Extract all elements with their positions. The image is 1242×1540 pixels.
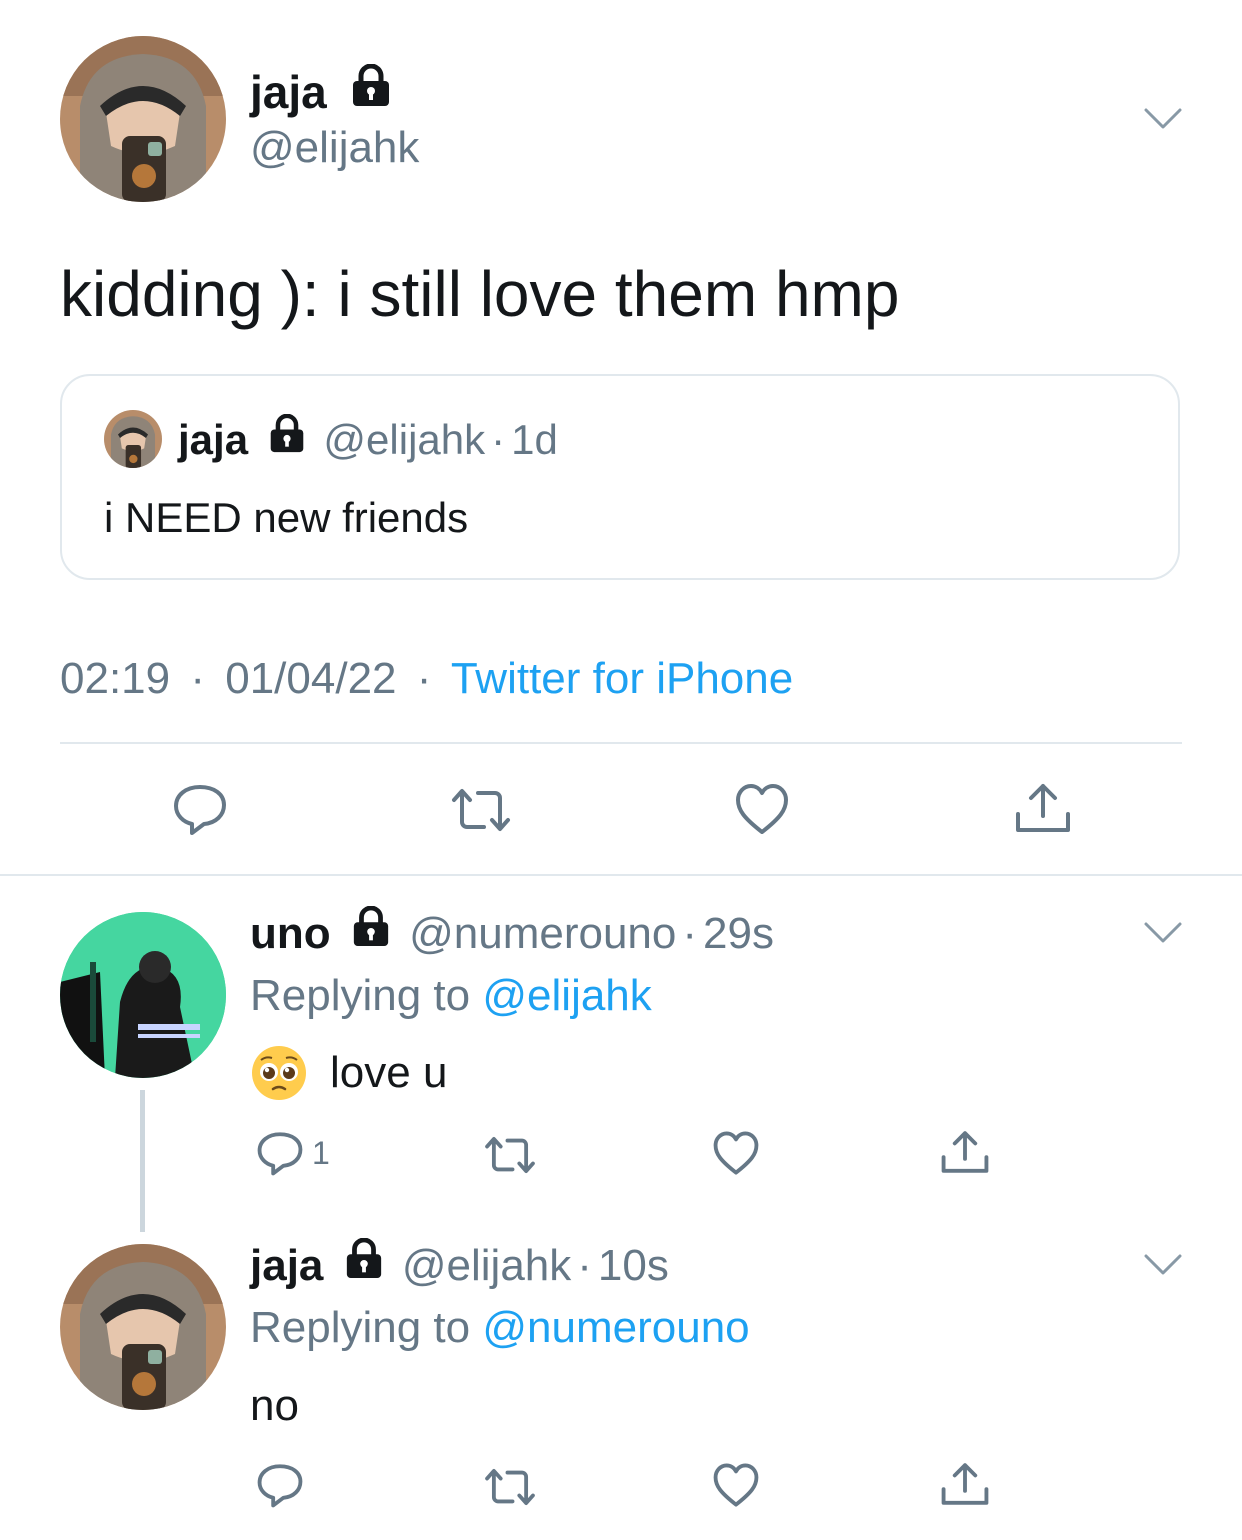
- reply-time: 29s: [703, 909, 774, 958]
- replying-prefix: Replying to: [250, 971, 471, 1020]
- quoted-display-name: jaja: [178, 416, 249, 463]
- heart-icon[interactable]: [734, 782, 790, 836]
- lock-icon: [351, 905, 391, 960]
- heart-icon[interactable]: [712, 1130, 760, 1176]
- avatar-image: [60, 912, 226, 1078]
- tweet-text: kidding ): i still love them hmp: [60, 258, 900, 330]
- share-icon[interactable]: [940, 1460, 990, 1508]
- reply-header: uno @numerouno · 29s: [250, 905, 774, 960]
- reply-icon[interactable]: [256, 1462, 304, 1508]
- chevron-down-icon[interactable]: [1143, 920, 1183, 951]
- reply-count: 1: [312, 1134, 330, 1171]
- retweet-icon[interactable]: [482, 1466, 538, 1508]
- avatar[interactable]: [60, 912, 226, 1078]
- handle[interactable]: @elijahk: [402, 1241, 571, 1290]
- handle[interactable]: @elijahk: [250, 122, 419, 174]
- chevron-down-icon[interactable]: [1143, 1252, 1183, 1283]
- lock-icon: [350, 63, 392, 120]
- separator-dot: ·: [416, 654, 432, 703]
- tweet-meta: 02:19 · 01/04/22 · Twitter for iPhone: [60, 652, 793, 706]
- avatar-image: [60, 36, 226, 202]
- avatar[interactable]: [60, 36, 226, 202]
- lock-icon: [344, 1237, 384, 1292]
- replying-to-line: Replying to @elijahk: [250, 970, 652, 1022]
- display-name[interactable]: uno: [250, 909, 331, 958]
- quoted-text: i NEED new friends: [104, 494, 469, 541]
- share-icon[interactable]: [940, 1128, 990, 1176]
- avatar[interactable]: [60, 1244, 226, 1410]
- section-divider: [0, 874, 1242, 876]
- thread-line: [140, 1090, 145, 1232]
- separator-dot: ·: [491, 416, 506, 463]
- reply-body: love u: [250, 1044, 447, 1102]
- replying-prefix: Replying to: [250, 1303, 471, 1352]
- quoted-header: jaja @elijahk · 1d: [178, 413, 558, 466]
- retweet-icon[interactable]: [448, 786, 514, 834]
- handle[interactable]: @numerouno: [409, 909, 676, 958]
- replying-to-link[interactable]: @elijahk: [482, 971, 651, 1020]
- retweet-icon[interactable]: [482, 1134, 538, 1176]
- divider: [60, 742, 1182, 744]
- reply-text: no: [250, 1381, 299, 1430]
- display-name-row: jaja: [250, 63, 392, 120]
- avatar-image: [60, 1244, 226, 1410]
- display-name[interactable]: jaja: [250, 66, 327, 118]
- quoted-tweet-card[interactable]: jaja @elijahk · 1d i NEED new friends: [60, 374, 1180, 580]
- reply-icon[interactable]: [172, 782, 228, 836]
- quoted-handle: @elijahk: [323, 416, 486, 463]
- share-icon[interactable]: [1014, 780, 1072, 836]
- tweet-source-link[interactable]: Twitter for iPhone: [451, 654, 793, 703]
- quoted-avatar: [104, 410, 162, 468]
- separator-dot: ·: [682, 909, 698, 958]
- lock-icon: [268, 413, 306, 466]
- reply-time: 10s: [597, 1241, 669, 1290]
- reply-header: jaja @elijahk · 10s: [250, 1237, 669, 1292]
- separator-dot: ·: [190, 654, 205, 703]
- display-name[interactable]: jaja: [250, 1241, 323, 1290]
- separator-dot: ·: [577, 1241, 592, 1290]
- reply-text: love u: [330, 1048, 448, 1097]
- chevron-down-icon[interactable]: [1143, 106, 1183, 137]
- heart-icon[interactable]: [712, 1462, 760, 1508]
- replying-to-link[interactable]: @numerouno: [482, 1303, 749, 1352]
- replying-to-line: Replying to @numerouno: [250, 1302, 750, 1354]
- tweet-date: 01/04/22: [225, 654, 397, 703]
- reply-icon: [256, 1130, 304, 1176]
- reply-button[interactable]: 1: [256, 1130, 330, 1176]
- quoted-time: 1d: [511, 416, 558, 463]
- pleading-face-emoji: [250, 1044, 308, 1102]
- tweet-time: 02:19: [60, 654, 171, 703]
